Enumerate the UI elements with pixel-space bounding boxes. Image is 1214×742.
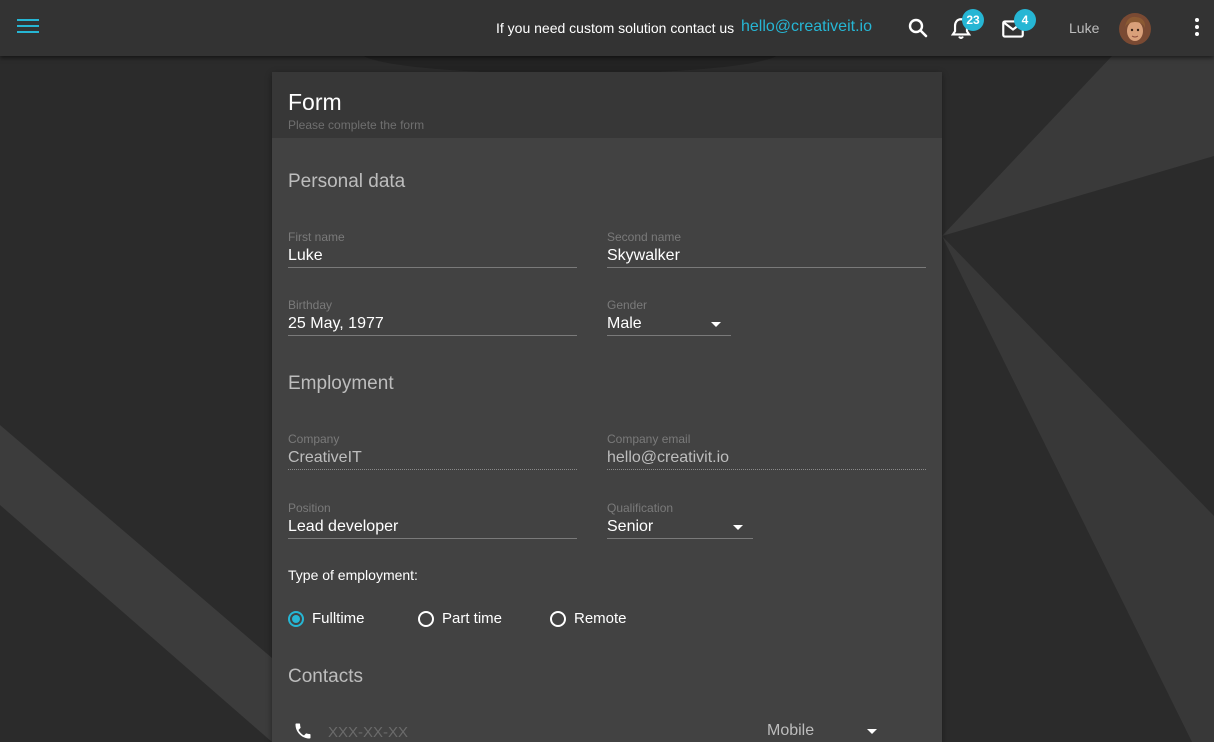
background-shape-left <box>0 425 272 742</box>
dropdown-arrow-icon <box>867 729 877 734</box>
background-shape-right <box>942 56 1214 742</box>
hamburger-icon-line <box>17 25 39 27</box>
second-name-input[interactable]: Skywalker <box>607 244 926 268</box>
menu-button[interactable] <box>17 19 39 37</box>
radio-label: Remote <box>574 610 627 627</box>
radio-unchecked-icon <box>418 610 434 627</box>
radio-part-time[interactable]: Part time <box>418 610 502 627</box>
notifications-count-badge: 23 <box>962 9 984 31</box>
more-vertical-icon-dot <box>1195 32 1199 36</box>
phone-type-field[interactable]: Mobile <box>767 719 887 742</box>
notifications-button[interactable]: 23 <box>948 9 984 42</box>
gender-field[interactable]: Gender Male <box>607 298 731 336</box>
section-title-contacts: Contacts <box>288 666 363 687</box>
section-title-personal: Personal data <box>288 171 406 192</box>
contact-text: If you need custom solution contact us <box>496 20 735 36</box>
position-field[interactable]: Position Lead developer <box>288 501 577 539</box>
avatar-image <box>1119 13 1151 45</box>
phone-type-select[interactable]: Mobile <box>767 719 887 742</box>
qualification-select[interactable]: Senior <box>607 515 753 539</box>
card-header: Form Please complete the form <box>272 72 942 138</box>
birthday-label: Birthday <box>288 298 333 312</box>
dropdown-arrow-icon <box>733 525 743 530</box>
birthday-field[interactable]: Birthday 25 May, 1977 <box>288 298 577 336</box>
hamburger-icon-line <box>17 19 39 21</box>
qualification-selected-value: Senior <box>607 518 654 535</box>
company-input: CreativeIT <box>288 446 577 470</box>
gender-label: Gender <box>607 298 648 312</box>
qualification-field[interactable]: Qualification Senior <box>607 501 753 539</box>
radio-unchecked-icon <box>550 610 566 627</box>
first-name-label: First name <box>288 230 345 244</box>
second-name-label: Second name <box>607 230 682 244</box>
user-name[interactable]: Luke <box>1069 20 1099 36</box>
phone-type-selected-value: Mobile <box>767 722 815 739</box>
company-email-input: hello@creativit.io <box>607 446 926 470</box>
position-label: Position <box>288 501 331 515</box>
company-email-label: Company email <box>607 432 691 446</box>
radio-remote[interactable]: Remote <box>550 610 627 627</box>
more-options-button[interactable] <box>1190 18 1204 40</box>
position-input[interactable]: Lead developer <box>288 515 577 539</box>
form-title: Form <box>288 89 342 115</box>
more-vertical-icon-dot <box>1195 25 1199 29</box>
form-card: Form Please complete the form Personal d… <box>272 72 942 742</box>
top-app-bar: If you need custom solution contact us h… <box>0 0 1214 56</box>
qualification-label: Qualification <box>607 501 674 515</box>
phone-input[interactable] <box>328 724 728 741</box>
search-button[interactable] <box>906 16 932 42</box>
company-field: Company CreativeIT <box>288 432 577 470</box>
avatar[interactable] <box>1119 13 1151 45</box>
radio-label: Fulltime <box>312 610 365 627</box>
first-name-input[interactable]: Luke <box>288 244 577 268</box>
birthday-input[interactable]: 25 May, 1977 <box>288 312 577 336</box>
radio-fulltime[interactable]: Fulltime <box>288 610 365 627</box>
radio-checked-icon <box>288 610 304 627</box>
section-title-employment: Employment <box>288 373 394 394</box>
dropdown-arrow-icon <box>711 322 721 327</box>
form-subtitle: Please complete the form <box>288 118 425 132</box>
gender-selected-value: Male <box>607 315 642 332</box>
employment-type-label: Type of employment: <box>288 567 418 583</box>
company-email-field: Company email hello@creativit.io <box>607 432 926 470</box>
company-label: Company <box>288 432 340 446</box>
second-name-field[interactable]: Second name Skywalker <box>607 230 926 268</box>
phone-icon <box>295 723 311 739</box>
search-icon <box>908 18 928 38</box>
messages-count-badge: 4 <box>1014 9 1036 31</box>
messages-button[interactable]: 4 <box>1000 9 1036 42</box>
contact-email-link[interactable]: hello@creativeit.io <box>741 18 872 36</box>
hamburger-icon-line <box>17 31 39 33</box>
more-vertical-icon-dot <box>1195 18 1199 22</box>
radio-label: Part time <box>442 610 503 627</box>
gender-select[interactable]: Male <box>607 312 731 336</box>
first-name-field[interactable]: First name Luke <box>288 230 577 268</box>
